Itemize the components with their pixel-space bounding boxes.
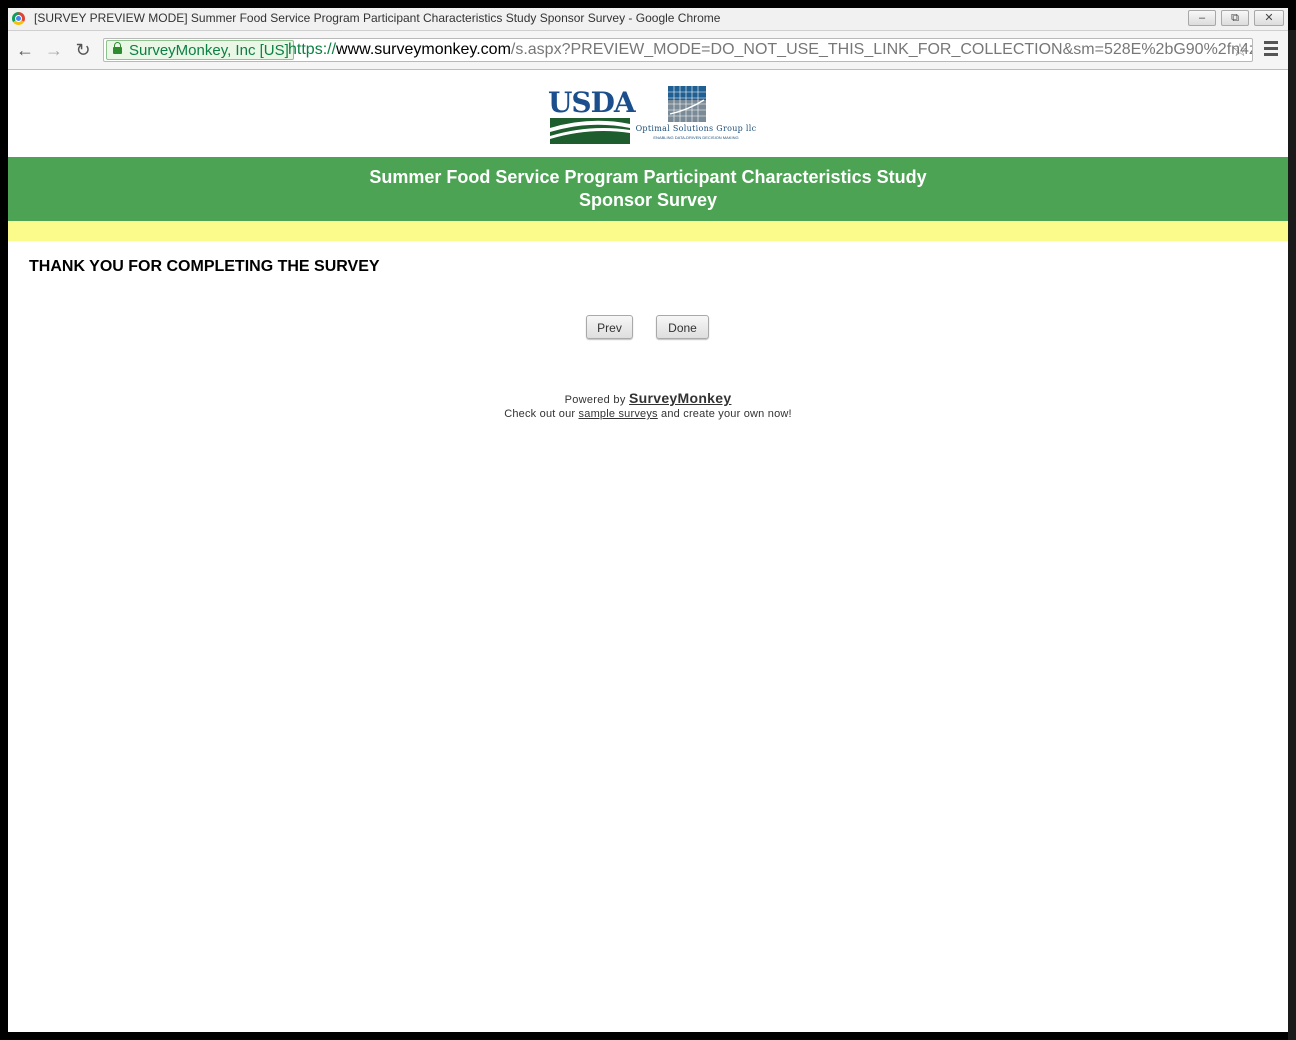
restore-button[interactable]: ⧉: [1221, 10, 1249, 26]
powered-by-prefix: Powered by: [564, 394, 626, 406]
usda-swoosh-icon: [550, 118, 630, 144]
prev-button[interactable]: Prev: [586, 315, 633, 339]
survey-title-banner: Summer Food Service Program Participant …: [8, 157, 1288, 221]
checkout-prefix: Check out our: [504, 408, 576, 420]
checkout-line: Check out our sample surveys and create …: [8, 408, 1288, 420]
osg-logo-tagline: ENABLING DATA-DRIVEN DECISION MAKING: [653, 135, 739, 140]
lock-icon: [113, 42, 122, 54]
close-button[interactable]: ✕: [1254, 10, 1284, 26]
browser-window: [SURVEY PREVIEW MODE] Summer Food Servic…: [8, 8, 1288, 1032]
sample-surveys-link[interactable]: sample surveys: [579, 408, 658, 420]
title-bar: [SURVEY PREVIEW MODE] Summer Food Servic…: [8, 8, 1288, 31]
checkout-suffix: and create your own now!: [661, 408, 792, 420]
survey-page: USDA Optimal Solutions Group llc ENABLIN…: [8, 70, 1288, 1032]
back-arrow-icon[interactable]: ←: [15, 40, 35, 60]
optimal-solutions-logo: Optimal Solutions Group llc ENABLING DAT…: [634, 84, 758, 144]
survey-title-line2: Sponsor Survey: [578, 190, 718, 210]
address-bar[interactable]: SurveyMonkey, Inc [US] https://www.surve…: [103, 38, 1253, 62]
usda-logo: USDA: [548, 86, 636, 144]
accent-bar: [8, 221, 1288, 241]
bookmark-star-icon[interactable]: ☆: [1232, 40, 1248, 60]
forward-arrow-icon[interactable]: →: [44, 40, 64, 60]
logo-header: USDA Optimal Solutions Group llc ENABLIN…: [548, 84, 758, 144]
survey-title-line1: Summer Food Service Program Participant …: [369, 167, 927, 187]
ev-certificate-label: SurveyMonkey, Inc [US]: [129, 42, 289, 59]
browser-toolbar: ← → ↻ SurveyMonkey, Inc [US] https://www…: [8, 31, 1288, 70]
osg-logo-name: Optimal Solutions Group llc: [635, 124, 757, 133]
window-title: [SURVEY PREVIEW MODE] Summer Food Servic…: [34, 11, 721, 25]
url-host: www.surveymonkey.com: [336, 41, 511, 58]
url-text[interactable]: https://www.surveymonkey.com/s.aspx?PREV…: [288, 40, 1253, 60]
reload-icon[interactable]: ↻: [73, 40, 93, 60]
surveymonkey-link[interactable]: SurveyMonkey: [629, 390, 731, 406]
url-path: /s.aspx?PREVIEW_MODE=DO_NOT_USE_THIS_LIN…: [510, 41, 1253, 58]
ev-certificate-badge[interactable]: SurveyMonkey, Inc [US]: [106, 40, 294, 60]
done-button[interactable]: Done: [656, 315, 709, 339]
minimize-button[interactable]: –: [1188, 10, 1216, 26]
chrome-menu-icon[interactable]: [1264, 41, 1278, 59]
url-scheme: https://: [288, 41, 337, 58]
thank-you-message: THANK YOU FOR COMPLETING THE SURVEY: [29, 258, 380, 275]
chrome-logo-icon: [12, 12, 25, 25]
osg-grid-icon: [668, 86, 706, 122]
background-window-edge: [1288, 30, 1296, 1040]
usda-logo-text: USDA: [548, 86, 636, 119]
powered-by: Powered by SurveyMonkey: [8, 390, 1288, 406]
